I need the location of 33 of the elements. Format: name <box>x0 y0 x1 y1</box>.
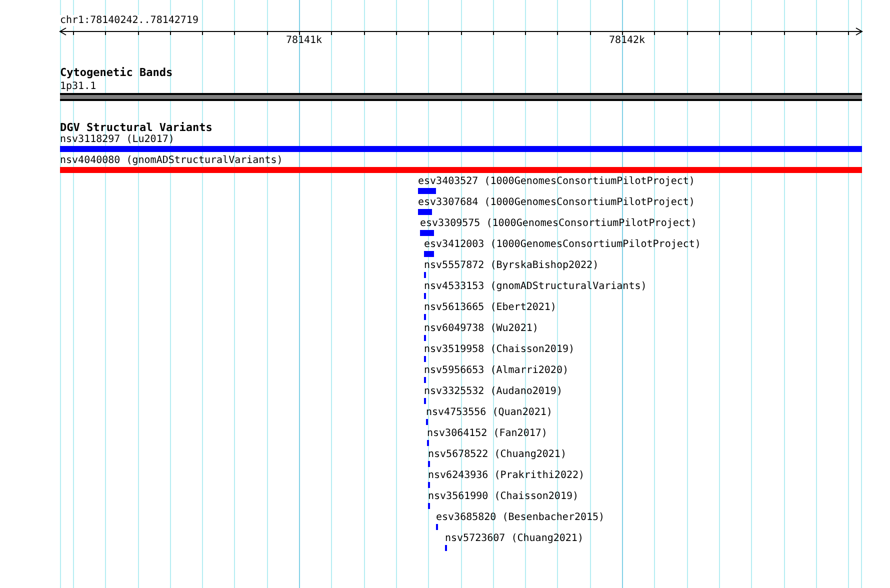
feature-label: nsv5613665 (Ebert2021) <box>424 302 556 313</box>
feature-label: esv3309575 (1000GenomesConsortiumPilotProject) <box>420 218 697 229</box>
feature-label: nsv3561990 (Chaisson2019) <box>428 491 579 502</box>
feature-label: nsv5723607 (Chuang2021) <box>445 533 584 544</box>
variant-bar[interactable] <box>60 146 862 152</box>
track-title: DGV Structural Variants <box>60 122 212 134</box>
feature-label: nsv5557872 (ByrskaBishop2022) <box>424 260 599 271</box>
feature-label: nsv3118297 (Lu2017) <box>60 134 174 145</box>
tick-label: 78141k <box>286 35 322 46</box>
feature-label: nsv4533153 (gnomADStructuralVariants) <box>424 281 647 292</box>
variant-bar[interactable] <box>424 251 434 257</box>
feature-label: nsv5678522 (Chuang2021) <box>428 449 566 460</box>
feature-label: esv3403527 (1000GenomesConsortiumPilotProject) <box>418 176 695 187</box>
variant-bar[interactable] <box>420 230 434 236</box>
feature-label: nsv6049738 (Wu2021) <box>424 323 538 334</box>
feature-label: nsv3325532 (Audano2019) <box>424 386 562 397</box>
variant-bar[interactable] <box>418 188 436 194</box>
cytoband-bar[interactable] <box>60 93 862 101</box>
feature-label: nsv6243936 (Prakrithi2022) <box>428 470 585 481</box>
tick-label: 78142k <box>608 35 646 46</box>
variant-bar[interactable] <box>60 167 862 173</box>
variant-bar[interactable] <box>418 209 432 215</box>
band-label: 1p31.1 <box>60 81 96 92</box>
feature-label: esv3307684 (1000GenomesConsortiumPilotProject) <box>418 197 695 208</box>
feature-label: nsv3519958 (Chaisson2019) <box>424 344 575 355</box>
feature-label: nsv4753556 (Quan2021) <box>426 407 552 418</box>
track-title: Cytogenetic Bands <box>60 67 173 79</box>
feature-label: nsv5956653 (Almarri2020) <box>424 365 568 376</box>
location-label: chr1:78140242..78142719 <box>60 15 198 26</box>
feature-label: esv3412003 (1000GenomesConsortiumPilotProject) <box>424 239 701 250</box>
feature-label: esv3685820 (Besenbacher2015) <box>436 512 605 523</box>
feature-label: nsv4040080 (gnomADStructuralVariants) <box>60 155 283 166</box>
feature-label: nsv3064152 (Fan2017) <box>427 428 548 439</box>
